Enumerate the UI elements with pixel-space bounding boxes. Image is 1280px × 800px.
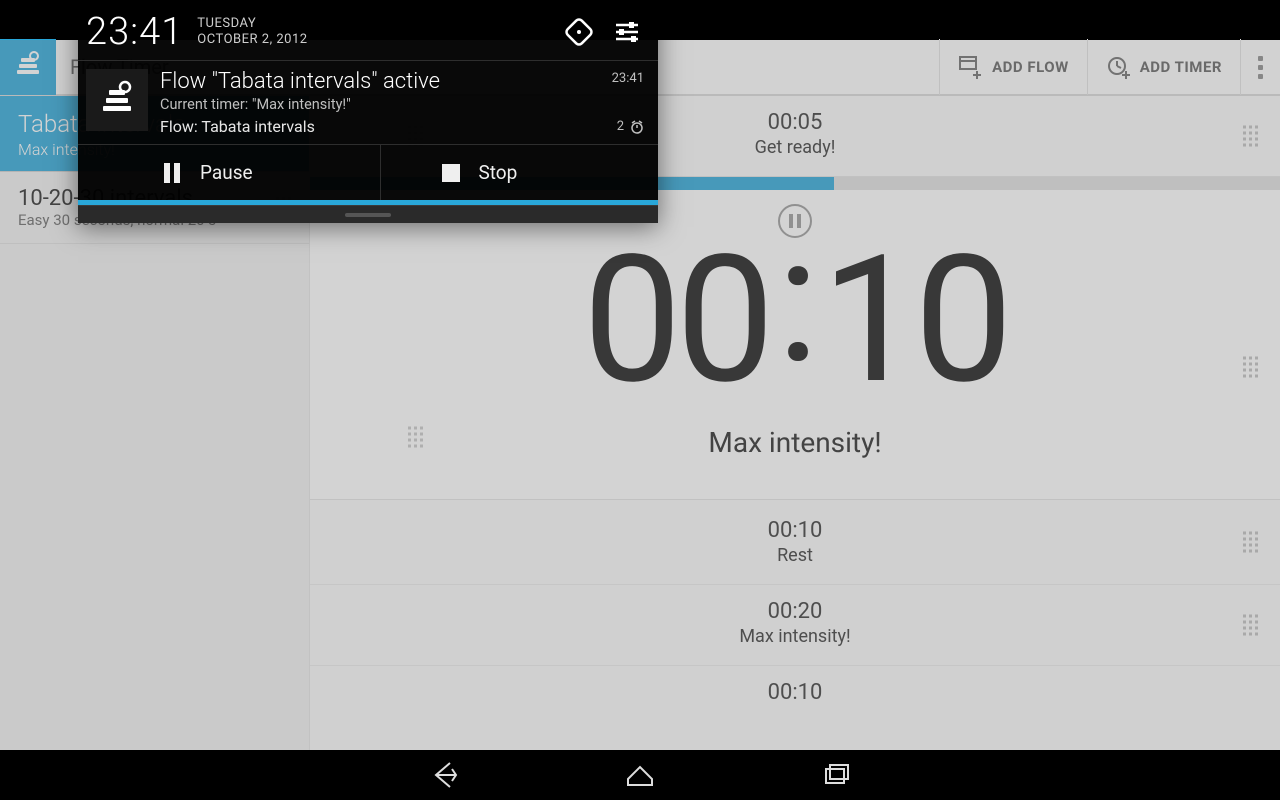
notification-pause-button[interactable]: Pause	[78, 145, 380, 200]
pause-label: Pause	[200, 161, 253, 184]
shade-clock: 23:41	[86, 10, 183, 54]
step-label: Max intensity!	[310, 626, 1280, 647]
stop-icon	[441, 163, 461, 183]
notification-count: 2	[617, 119, 644, 134]
drag-handle-icon[interactable]	[408, 427, 423, 448]
add-flow-button[interactable]: ADD FLOW	[939, 39, 1087, 95]
add-flow-icon	[958, 54, 984, 80]
step-time: 00:10	[310, 680, 1280, 705]
system-nav-bar	[0, 750, 1280, 800]
app-logo-icon[interactable]	[0, 39, 56, 95]
notification-item[interactable]: Flow "Tabata intervals" active Current t…	[78, 60, 658, 144]
add-timer-label: ADD TIMER	[1140, 58, 1222, 76]
shade-pull-handle[interactable]	[78, 205, 658, 223]
drag-handle-icon[interactable]	[1243, 532, 1258, 553]
upcoming-steps: 00:10 Rest 00:20 Max intensity! 00:10	[310, 500, 1280, 707]
notification-shade[interactable]: 23:41 TUESDAY OCTOBER 2, 2012 Flow "Taba…	[78, 0, 658, 223]
step-label: Rest	[310, 545, 1280, 566]
settings-sliders-icon[interactable]	[610, 15, 644, 49]
timer-step-current[interactable]: 00:10 Max intensity!	[310, 177, 1280, 500]
notification-line: Flow: Tabata intervals	[160, 117, 642, 136]
nav-home-button[interactable]	[622, 757, 658, 793]
notification-title: Flow "Tabata intervals" active	[160, 69, 642, 94]
notification-app-icon	[86, 69, 148, 131]
add-timer-button[interactable]: ADD TIMER	[1087, 39, 1240, 95]
overflow-menu-button[interactable]	[1240, 39, 1280, 95]
alarm-icon	[630, 120, 644, 134]
current-timer-display: 00:10	[310, 232, 1280, 408]
timer-step[interactable]: 00:20 Max intensity!	[310, 584, 1280, 665]
nav-recents-button[interactable]	[818, 757, 854, 793]
add-timer-icon	[1106, 54, 1132, 80]
rotation-lock-icon[interactable]	[562, 15, 596, 49]
step-time: 00:10	[310, 518, 1280, 543]
current-step-label: Max intensity!	[310, 426, 1280, 459]
notification-actions: Pause Stop	[78, 144, 658, 200]
shade-date: TUESDAY OCTOBER 2, 2012	[197, 16, 307, 49]
step-time: 00:20	[310, 599, 1280, 624]
shade-header: 23:41 TUESDAY OCTOBER 2, 2012	[78, 0, 658, 60]
notification-subtitle: Current timer: "Max intensity!"	[160, 96, 642, 113]
stop-label: Stop	[479, 161, 518, 184]
nav-back-button[interactable]	[426, 757, 462, 793]
timer-step[interactable]: 00:10	[310, 665, 1280, 707]
drag-handle-icon[interactable]	[1243, 615, 1258, 636]
drag-handle-icon[interactable]	[1243, 126, 1258, 147]
add-flow-label: ADD FLOW	[992, 58, 1069, 76]
pause-icon	[162, 162, 182, 184]
notification-time: 23:41	[612, 71, 644, 86]
timer-step[interactable]: 00:10 Rest	[310, 500, 1280, 584]
drag-handle-icon[interactable]	[1243, 357, 1258, 378]
notification-stop-button[interactable]: Stop	[380, 145, 659, 200]
